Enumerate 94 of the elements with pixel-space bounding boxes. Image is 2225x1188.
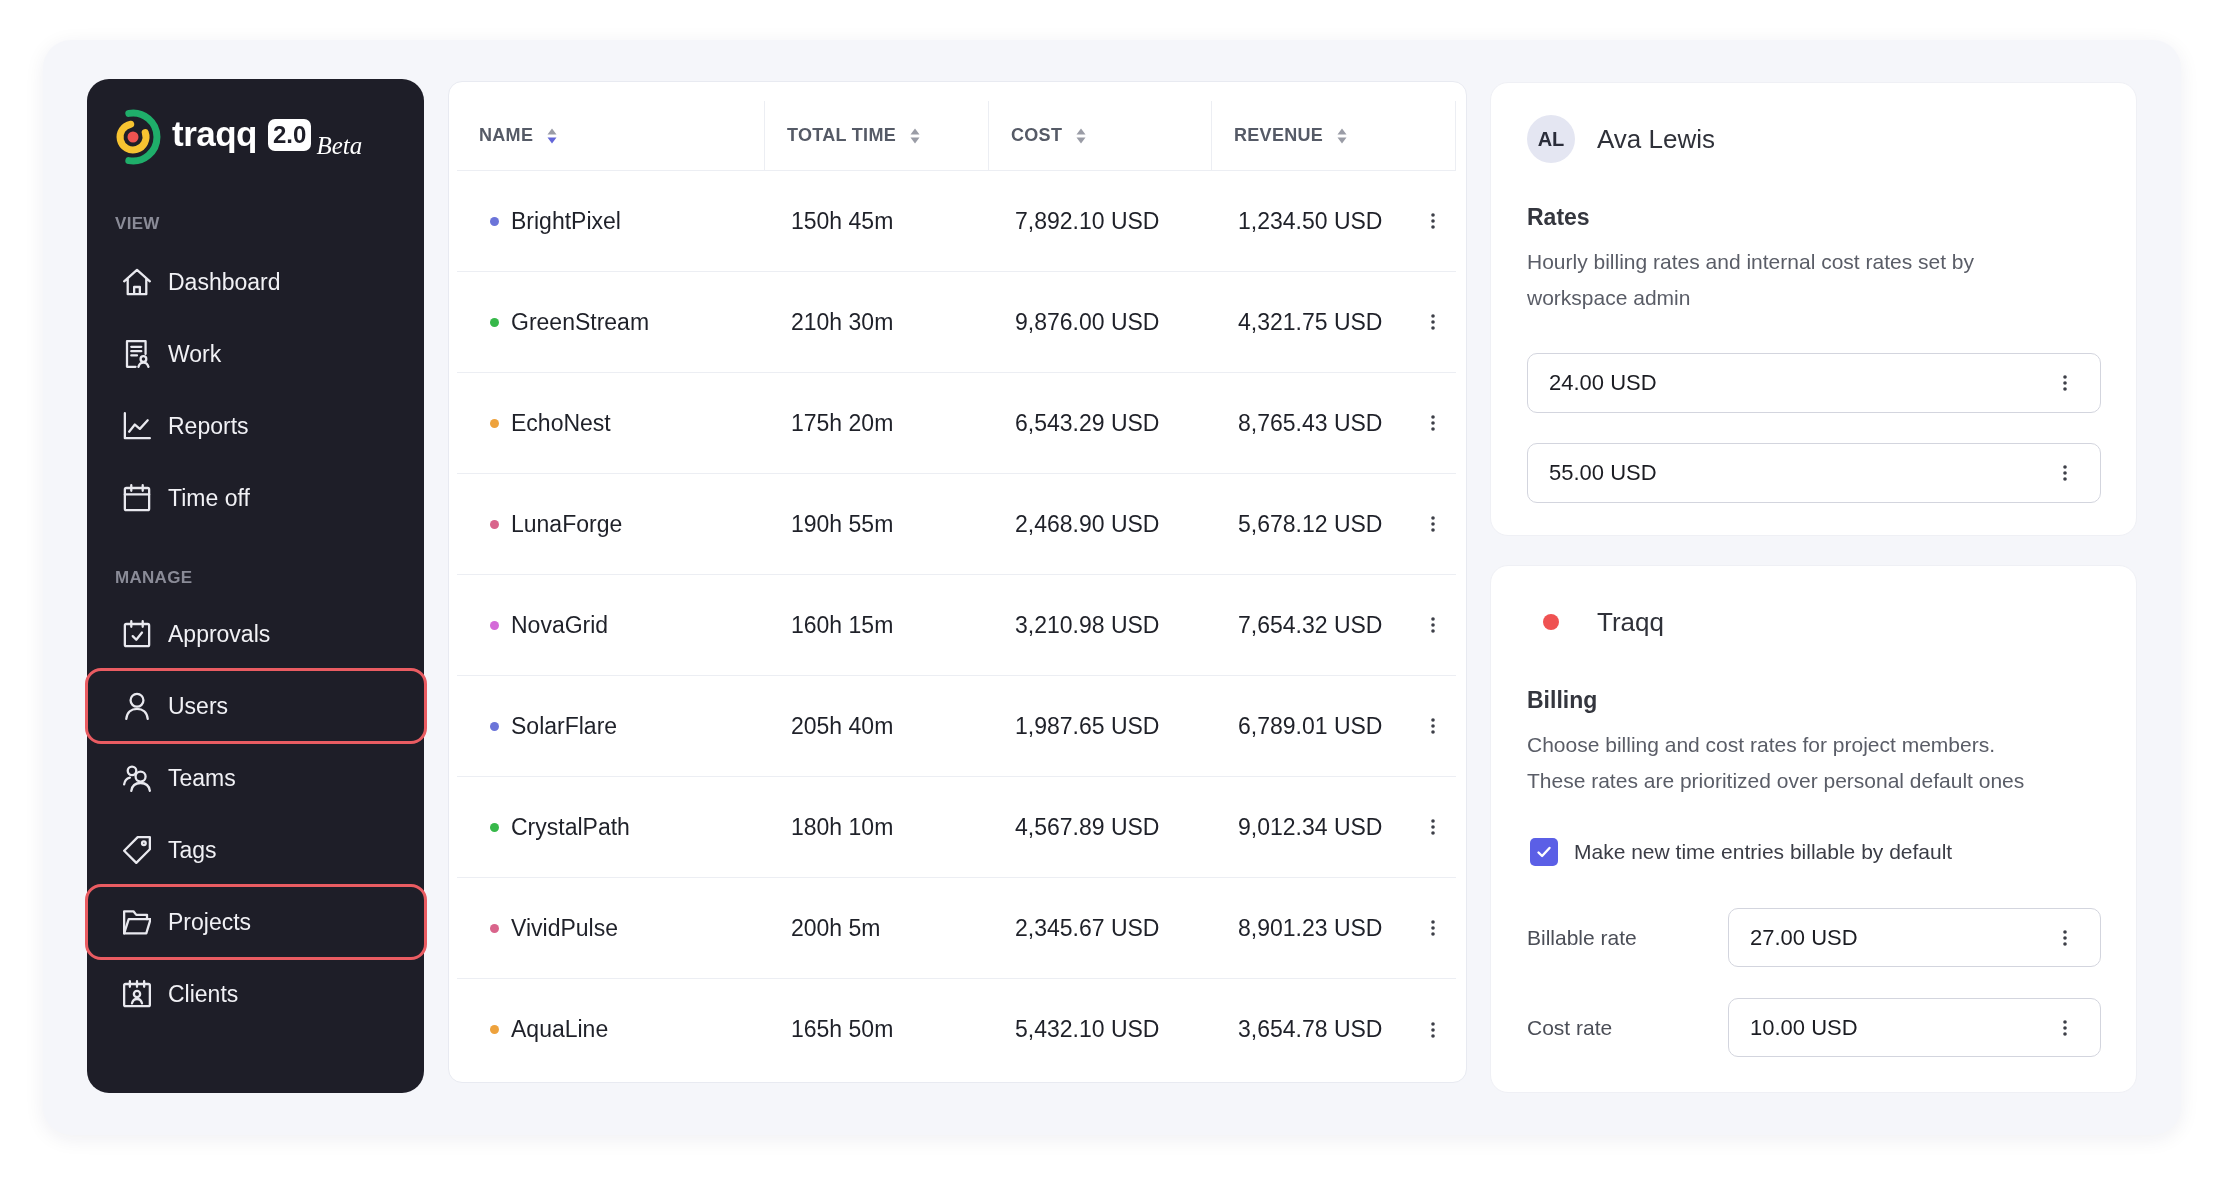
version-badge: 2.0	[268, 119, 312, 151]
more-menu-icon[interactable]	[1431, 516, 1435, 532]
more-menu-icon[interactable]	[1431, 314, 1435, 330]
rate-field[interactable]: 10.00 USD	[1728, 998, 2101, 1057]
cost-text: 2,345.67 USD	[1015, 914, 1160, 942]
project-name: EchoNest	[511, 409, 611, 437]
cost-text: 4,567.89 USD	[1015, 813, 1160, 841]
column-header[interactable]: COST	[989, 101, 1212, 170]
line-chart-icon	[123, 412, 151, 440]
more-menu-icon[interactable]	[2063, 1019, 2067, 1036]
field-label: Cost rate	[1527, 1015, 1613, 1040]
project-title: Traqq	[1597, 606, 1664, 638]
more-menu-icon[interactable]	[1431, 415, 1435, 431]
total-time-text: 205h 40m	[791, 712, 894, 740]
project-name: NovaGrid	[511, 611, 609, 639]
nav-item[interactable]: Projects	[85, 884, 427, 960]
more-menu-icon[interactable]	[1431, 819, 1435, 835]
rate-field[interactable]: 27.00 USD	[1728, 908, 2101, 967]
total-time-text: 210h 30m	[791, 308, 894, 336]
person-frame-icon	[123, 980, 151, 1008]
project-name: SolarFlare	[511, 712, 618, 740]
project-name: AquaLine	[511, 1016, 609, 1043]
project-name: CrystalPath	[511, 813, 630, 841]
user-icon	[123, 692, 151, 720]
revenue-text: 3,654.78 USD	[1238, 1016, 1383, 1043]
nav-item[interactable]: Teams	[87, 742, 424, 814]
revenue-text: 9,012.34 USD	[1238, 813, 1383, 841]
cost-text: 5,432.10 USD	[1015, 1016, 1160, 1043]
cost-text: 3,210.98 USD	[1015, 611, 1160, 639]
more-menu-icon[interactable]	[2063, 375, 2067, 391]
cost-text: 9,876.00 USD	[1015, 308, 1160, 336]
total-time-text: 150h 45m	[791, 207, 894, 235]
nav-item[interactable]: Work	[87, 318, 424, 390]
section-title: Rates	[1527, 203, 1591, 232]
description-text: Choose billing and cost rates for project members. These rates are prioritized over personal default ones	[1527, 732, 2026, 794]
house-icon	[123, 268, 151, 296]
calendar-icon	[123, 484, 151, 512]
checkbox-label: Make new time entries billable by default	[1574, 840, 1953, 864]
project-name: VividPulse	[511, 914, 618, 942]
nav-item[interactable]: Approvals	[87, 598, 424, 670]
beta-label: Beta	[316, 132, 363, 160]
field-label: Billable rate	[1527, 925, 1637, 950]
logo-icon	[113, 108, 161, 166]
nav-item[interactable]: Time off	[87, 462, 424, 534]
nav-item[interactable]: Reports	[87, 390, 424, 462]
more-menu-icon[interactable]	[2063, 465, 2067, 481]
more-menu-icon[interactable]	[1431, 920, 1435, 936]
more-menu-icon[interactable]	[1431, 718, 1435, 734]
more-menu-icon[interactable]	[1431, 1021, 1435, 1038]
total-time-text: 180h 10m	[791, 813, 894, 841]
column-header[interactable]: TOTAL TIME	[765, 101, 989, 170]
section-title: Billing	[1527, 686, 1599, 715]
project-name: GreenStream	[511, 308, 650, 336]
section-label: MANAGE	[114, 567, 193, 589]
description-text: Hourly billing rates and internal cost rates set by workspace admin	[1527, 249, 1976, 311]
project-name: LunaForge	[511, 510, 623, 538]
nav-item[interactable]: Users	[85, 668, 427, 744]
nav-item[interactable]: Tags	[87, 814, 424, 886]
cost-text: 2,468.90 USD	[1015, 510, 1160, 538]
rate-field[interactable]: 55.00 USD	[1527, 443, 2101, 503]
group-icon	[123, 764, 151, 792]
nav-item[interactable]: Dashboard	[87, 246, 424, 318]
revenue-text: 5,678.12 USD	[1238, 510, 1383, 538]
total-time-text: 190h 55m	[791, 510, 894, 538]
more-menu-icon[interactable]	[1431, 213, 1435, 229]
rate-field[interactable]: 24.00 USD	[1527, 353, 2101, 413]
more-menu-icon[interactable]	[1431, 617, 1435, 633]
logo-wordmark: traqq	[172, 114, 257, 154]
tag-icon	[123, 836, 151, 864]
column-header[interactable]: NAME	[457, 101, 765, 170]
revenue-text: 8,765.43 USD	[1238, 409, 1383, 437]
calendar-check-icon	[123, 620, 151, 648]
project-name: BrightPixel	[511, 207, 621, 235]
revenue-text: 6,789.01 USD	[1238, 712, 1383, 740]
revenue-text: 8,901.23 USD	[1238, 914, 1383, 942]
cost-text: 6,543.29 USD	[1015, 409, 1160, 437]
total-time-text: 200h 5m	[791, 914, 881, 942]
more-menu-icon[interactable]	[2063, 929, 2067, 946]
cost-text: 1,987.65 USD	[1015, 712, 1160, 740]
revenue-text: 7,654.32 USD	[1238, 611, 1383, 639]
revenue-text: 4,321.75 USD	[1238, 308, 1383, 336]
section-label: VIEW	[114, 213, 160, 235]
avatar: AL	[1527, 115, 1575, 163]
total-time-text: 175h 20m	[791, 409, 894, 437]
user-name: Ava Lewis	[1597, 123, 1716, 155]
checkbox[interactable]	[1530, 838, 1558, 866]
column-header[interactable]: REVENUE	[1212, 101, 1456, 170]
cost-text: 7,892.10 USD	[1015, 207, 1160, 235]
total-time-text: 160h 15m	[791, 611, 894, 639]
revenue-text: 1,234.50 USD	[1238, 207, 1383, 235]
folder-icon	[123, 908, 151, 936]
nav-item[interactable]: Clients	[87, 958, 424, 1030]
document-person-icon	[123, 340, 151, 368]
total-time-text: 165h 50m	[791, 1016, 894, 1043]
